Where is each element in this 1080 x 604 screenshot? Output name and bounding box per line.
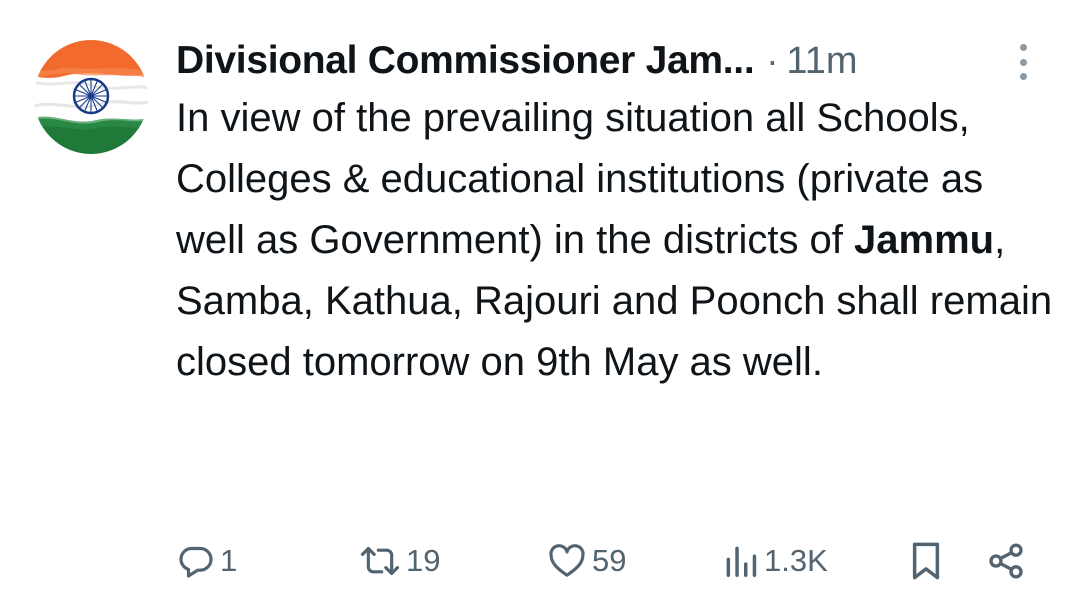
tweet-time[interactable]: 11m xyxy=(786,40,857,83)
views-icon xyxy=(726,546,757,577)
views-count: 1.3K xyxy=(764,543,828,578)
reply-icon xyxy=(179,546,213,578)
action-bar: 1 19 59 1.3K xyxy=(0,536,1080,586)
heart-icon xyxy=(549,544,585,577)
more-options-icon[interactable] xyxy=(1008,42,1038,82)
share-icon xyxy=(989,543,1023,579)
bookmark-icon xyxy=(912,542,940,580)
share-button[interactable] xyxy=(986,536,1026,586)
author-name[interactable]: Divisional Commissioner Jam... xyxy=(176,39,755,83)
reply-button[interactable]: 1 xyxy=(176,536,237,586)
tweet-text: In view of the prevailing situation all … xyxy=(176,88,1056,393)
like-count: 59 xyxy=(592,543,627,578)
avatar[interactable] xyxy=(34,40,148,154)
tweet-header: Divisional Commissioner Jam... · 11m xyxy=(176,36,857,86)
like-button[interactable]: 59 xyxy=(546,536,626,586)
retweet-button[interactable]: 19 xyxy=(358,536,440,586)
india-flag-icon xyxy=(34,40,148,154)
retweet-count: 19 xyxy=(406,543,441,578)
retweet-icon xyxy=(360,546,400,576)
reply-count: 1 xyxy=(220,543,238,578)
views-button[interactable]: 1.3K xyxy=(722,536,828,586)
bookmark-button[interactable] xyxy=(908,536,944,586)
tweet-text-bold-jammu: Jammu xyxy=(854,218,995,262)
separator-dot: · xyxy=(766,40,779,81)
